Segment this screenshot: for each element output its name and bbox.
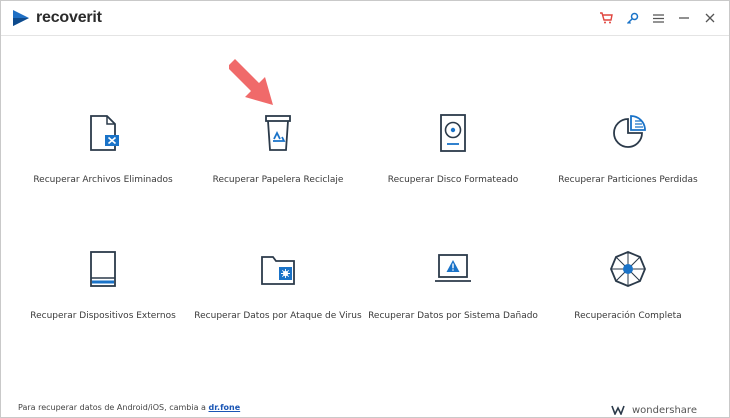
close-icon <box>705 13 715 23</box>
option-complete-recovery[interactable]: Recuperación Completa <box>538 247 718 357</box>
cart-button[interactable] <box>593 9 619 27</box>
option-external-devices[interactable]: Recuperar Dispositivos Externos <box>13 247 193 357</box>
window-controls <box>593 9 723 27</box>
option-label: Recuperar Disco Formateado <box>387 175 519 185</box>
virus-folder-icon <box>256 247 300 291</box>
wondershare-brand: wondershare <box>611 405 697 416</box>
menu-button[interactable] <box>645 9 671 27</box>
minimize-button[interactable] <box>671 9 697 27</box>
option-formatted-disk[interactable]: Recuperar Disco Formateado <box>363 111 543 221</box>
recycle-bin-icon <box>256 111 300 155</box>
option-virus-attack[interactable]: Recuperar Datos por Ataque de Virus <box>188 247 368 357</box>
drfone-link[interactable]: dr.fone <box>209 403 241 412</box>
key-icon <box>626 12 638 24</box>
app-name: recoverit <box>36 9 102 26</box>
recoverit-logo-icon <box>13 10 29 26</box>
external-device-icon <box>81 247 125 291</box>
app-window: recoverit Recuperar Archivos Eliminados … <box>0 0 730 418</box>
cart-icon <box>600 12 613 24</box>
wondershare-logo-icon <box>611 405 625 415</box>
partition-icon <box>606 111 650 155</box>
option-label: Recuperar Datos por Ataque de Virus <box>194 311 362 321</box>
title-bar: recoverit <box>1 1 729 36</box>
register-key-button[interactable] <box>619 9 645 27</box>
crashed-system-icon <box>431 247 475 291</box>
footer-text: Para recuperar datos de Android/iOS, cam… <box>18 403 209 412</box>
option-label: Recuperar Dispositivos Externos <box>30 311 176 321</box>
recovery-options-grid: Recuperar Archivos Eliminados Recuperar … <box>1 35 729 375</box>
option-label: Recuperar Particiones Perdidas <box>558 175 698 185</box>
menu-icon <box>652 13 664 23</box>
option-label: Recuperar Papelera Reciclaje <box>212 175 344 185</box>
option-label: Recuperar Datos por Sistema Dañado <box>368 311 538 321</box>
minimize-icon <box>679 17 689 19</box>
deleted-file-icon <box>81 111 125 155</box>
option-label: Recuperar Archivos Eliminados <box>33 175 173 185</box>
option-deleted-files[interactable]: Recuperar Archivos Eliminados <box>13 111 193 221</box>
option-crashed-system[interactable]: Recuperar Datos por Sistema Dañado <box>363 247 543 357</box>
complete-recovery-icon <box>606 247 650 291</box>
option-lost-partitions[interactable]: Recuperar Particiones Perdidas <box>538 111 718 221</box>
option-recycle-bin[interactable]: Recuperar Papelera Reciclaje <box>188 111 368 221</box>
highlight-arrow-icon <box>229 59 273 105</box>
footer-note: Para recuperar datos de Android/iOS, cam… <box>18 403 240 412</box>
option-label: Recuperación Completa <box>574 311 682 321</box>
brand-text: wondershare <box>632 405 697 416</box>
close-button[interactable] <box>697 9 723 27</box>
hard-disk-icon <box>431 111 475 155</box>
app-logo: recoverit <box>12 9 102 27</box>
